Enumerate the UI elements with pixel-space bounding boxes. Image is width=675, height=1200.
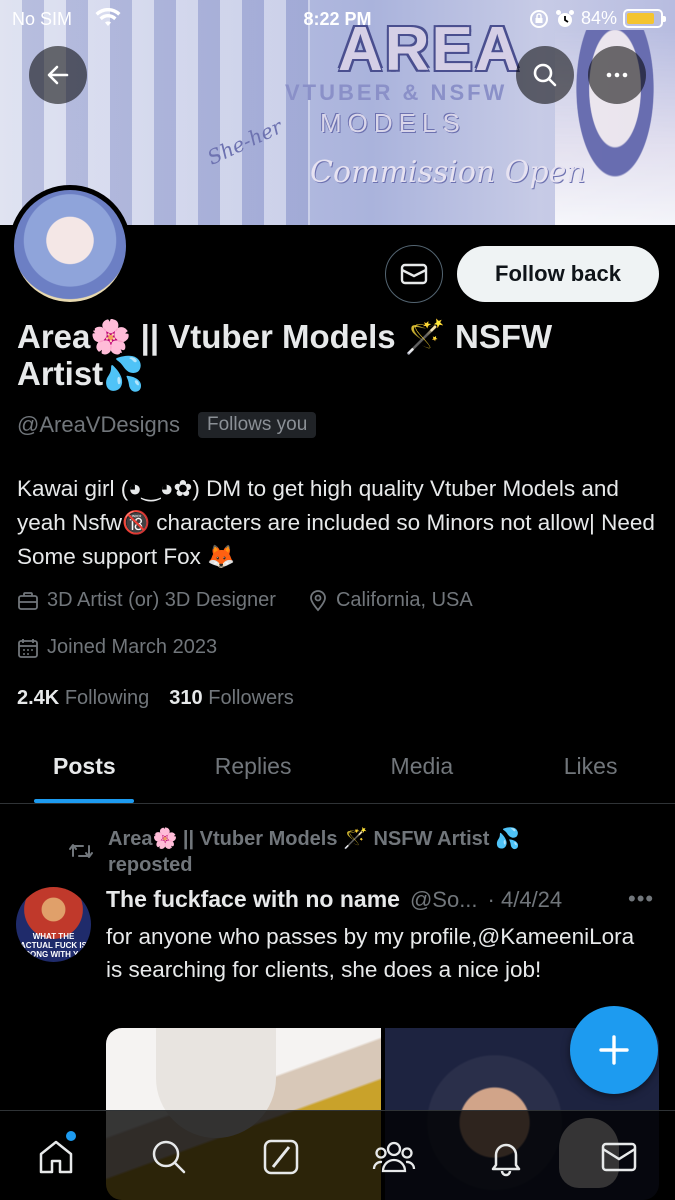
more-icon: [606, 72, 628, 78]
profile-meta-row-1: 3D Artist (or) 3D Designer California, U…: [17, 589, 473, 612]
handle-row: @AreaVDesigns Follows you: [17, 412, 317, 438]
nav-messages[interactable]: [563, 1111, 675, 1200]
nav-search[interactable]: [113, 1111, 226, 1200]
grok-icon: [264, 1139, 299, 1175]
banner-subtitle: VTUBER & NSFW: [285, 80, 508, 105]
profile-avatar[interactable]: [9, 185, 131, 307]
nav-grok[interactable]: [225, 1111, 338, 1200]
nav-notifications[interactable]: [450, 1111, 563, 1200]
follows-you-badge: Follows you: [197, 412, 317, 438]
status-right: 84%: [529, 8, 666, 29]
profile-tabs: Posts Replies Media Likes: [0, 730, 675, 804]
rotation-lock-icon: [529, 9, 548, 28]
briefcase-icon: [18, 591, 38, 610]
search-icon: [533, 63, 557, 87]
message-button[interactable]: [385, 245, 443, 303]
search-icon: [152, 1140, 185, 1174]
status-bar: No SIM 8:22 PM 84%: [0, 0, 675, 38]
post-date: · 4/4/24: [487, 887, 563, 912]
follow-counts: 2.4K Following 310 Followers: [17, 687, 294, 710]
followers-label: Followers: [208, 687, 294, 709]
following-label: Following: [64, 687, 150, 709]
profile-joined-date: Joined March 2023: [47, 636, 218, 658]
bottom-navigation: [0, 1110, 675, 1200]
search-button[interactable]: [516, 46, 574, 104]
post-author-handle[interactable]: @So...: [410, 887, 478, 913]
bell-icon: [492, 1143, 521, 1177]
following-link[interactable]: 2.4K Following: [17, 687, 149, 710]
post-more-button[interactable]: •••: [628, 886, 654, 912]
followers-count: 310: [169, 687, 203, 709]
tab-replies[interactable]: Replies: [169, 730, 338, 803]
profile-meta-row-2: Joined March 2023: [17, 636, 217, 659]
location-pin-icon: [310, 589, 326, 611]
post-author-name[interactable]: The fuckface with no name: [106, 886, 400, 913]
follow-back-button[interactable]: Follow back: [457, 246, 659, 302]
repost-text: Area🌸 || Vtuber Models 🪄 NSFW Artist 💦 r…: [108, 828, 520, 876]
following-count: 2.4K: [17, 687, 60, 709]
banner-commission: Commission Open: [310, 155, 586, 190]
calendar-icon: [18, 638, 38, 658]
battery-percent: 84%: [580, 8, 617, 28]
plus-icon: [599, 1035, 629, 1065]
post-text: for anyone who passes by my profile,@Kam…: [106, 924, 635, 982]
avatar-caption: WHAT THE ACTUAL FUCK IS WRONG WITH YOU: [16, 932, 91, 959]
alarm-icon: [555, 9, 574, 27]
post-header: The fuckface with no name @So... · 4/4/2…: [106, 886, 562, 913]
envelope-icon: [601, 1142, 636, 1172]
username-handle: @AreaVDesigns: [17, 412, 180, 437]
more-button[interactable]: [588, 46, 646, 104]
profile-bio: Kawai girl (◕‿◕✿) DM to get high quality…: [17, 476, 655, 569]
tab-likes[interactable]: Likes: [506, 730, 675, 803]
post-author-avatar[interactable]: WHAT THE ACTUAL FUCK IS WRONG WITH YOU: [16, 887, 91, 962]
envelope-icon: [400, 263, 428, 285]
profile-location: California, USA: [335, 589, 473, 611]
display-name: Area🌸 || Vtuber Models 🪄 NSFW Artist💦: [17, 318, 553, 392]
home-icon: [40, 1140, 73, 1174]
back-button[interactable]: [29, 46, 87, 104]
tab-media[interactable]: Media: [338, 730, 507, 803]
repost-indicator: Area🌸 || Vtuber Models 🪄 NSFW Artist 💦 r…: [68, 826, 578, 878]
nav-home[interactable]: [0, 1111, 113, 1200]
nav-communities[interactable]: [338, 1111, 451, 1200]
notification-dot: [66, 1131, 76, 1141]
repost-icon: [69, 844, 93, 858]
battery-icon: [623, 9, 666, 28]
communities-icon: [372, 1141, 415, 1173]
avatar-image: [14, 190, 126, 302]
banner-models: MODELS: [320, 108, 466, 138]
back-arrow-icon: [47, 65, 69, 85]
compose-button[interactable]: [570, 1006, 658, 1094]
profile-category: 3D Artist (or) 3D Designer: [47, 589, 276, 611]
tab-posts[interactable]: Posts: [0, 730, 169, 803]
followers-link[interactable]: 310 Followers: [169, 687, 294, 710]
